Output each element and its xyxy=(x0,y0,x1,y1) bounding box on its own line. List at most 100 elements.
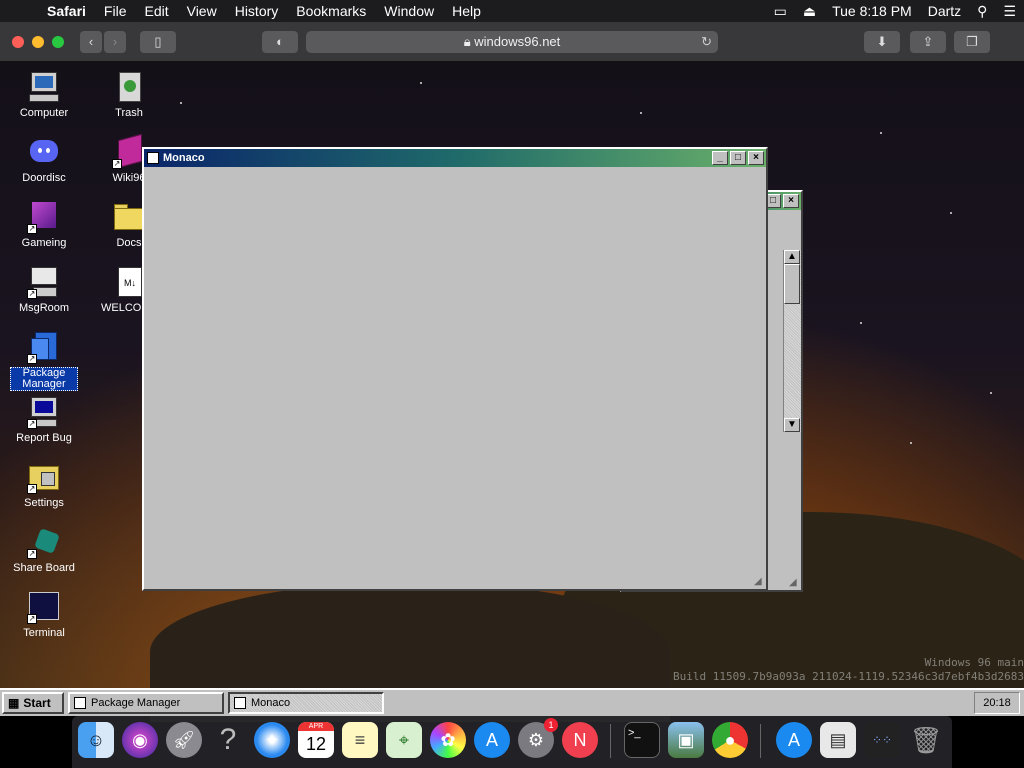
desktop-icon-terminal[interactable]: ↗ Terminal xyxy=(8,590,80,639)
menu-help[interactable]: Help xyxy=(443,0,490,22)
terminal-app-icon[interactable]: >_ xyxy=(624,722,660,758)
eject-icon[interactable]: ⏏ xyxy=(795,3,824,20)
downloads-grid-icon[interactable]: ⁘⁘ xyxy=(864,722,900,758)
menubar-clock[interactable]: Tue 8:18 PM xyxy=(824,3,920,19)
monaco-title: Monaco xyxy=(163,152,205,164)
scroll-up-icon[interactable]: ▲ xyxy=(784,250,800,264)
search-icon[interactable]: ⚲ xyxy=(969,3,995,20)
sidebar-icon[interactable]: ▯ xyxy=(140,31,176,53)
menubar-user[interactable]: Dartz xyxy=(920,3,969,19)
menu-window[interactable]: Window xyxy=(375,0,443,22)
notification-badge: 1 xyxy=(544,718,558,732)
mac-dock: ☺ ◉ 🚀︎ ? ✧ APR 12 ≡ ⌖ ✿ A ⚙ 1 N >_ ▣ ● A… xyxy=(72,716,952,768)
news-icon[interactable]: N xyxy=(562,722,598,758)
dock-separator xyxy=(610,724,611,758)
desktop-icon-report-bug[interactable]: ↗ Report Bug xyxy=(8,395,80,444)
desktop[interactable]: Computer Doordisc ↗ Gameing ↗ MsgRoom ↗ … xyxy=(0,62,1024,722)
scroll-thumb[interactable] xyxy=(784,264,800,304)
computer-icon xyxy=(27,70,61,104)
dock-separator xyxy=(760,724,761,758)
safari-icon[interactable]: ✧ xyxy=(254,722,290,758)
document-icon[interactable]: ▤ xyxy=(820,722,856,758)
desktop-icon-doordisc[interactable]: Doordisc xyxy=(8,135,80,184)
resize-grip-icon[interactable]: ◢ xyxy=(754,577,764,587)
minimize-window-icon[interactable] xyxy=(32,36,44,48)
finder-icon[interactable]: ☺ xyxy=(78,722,114,758)
lock-icon: 🔒︎ xyxy=(463,34,471,49)
list-icon[interactable]: ☰ xyxy=(995,3,1024,20)
reload-icon[interactable]: ↻ xyxy=(701,31,712,53)
forward-icon[interactable]: › xyxy=(104,31,126,53)
monaco-window[interactable]: Monaco _ □ × ◢ xyxy=(142,147,768,591)
calendar-icon[interactable]: APR 12 xyxy=(298,722,334,758)
window-app-icon xyxy=(74,697,86,709)
trash-dock-icon[interactable]: 🗑︎ xyxy=(908,722,944,758)
app-store-icon[interactable]: A xyxy=(776,722,812,758)
monaco-titlebar[interactable]: Monaco _ □ × xyxy=(144,149,766,167)
package-icon: ↗ xyxy=(27,330,61,364)
desktop-icon-settings[interactable]: ↗ Settings xyxy=(8,460,80,509)
trash-icon xyxy=(112,70,146,104)
desktop-icon-computer[interactable]: Computer xyxy=(8,70,80,119)
taskbar-clock: 20:18 xyxy=(974,692,1020,714)
desktop-icon-msgroom[interactable]: ↗ MsgRoom xyxy=(8,265,80,314)
download-icon[interactable]: ⬇ xyxy=(864,31,900,53)
taskbar-item-monaco[interactable]: Monaco xyxy=(228,692,384,714)
maps-icon[interactable]: ⌖ xyxy=(386,722,422,758)
maximize-icon[interactable]: □ xyxy=(730,151,746,165)
share-board-icon: ↗ xyxy=(27,525,61,559)
desktop-icon-gameing[interactable]: ↗ Gameing xyxy=(8,200,80,249)
launchpad-icon[interactable]: 🚀︎ xyxy=(166,722,202,758)
photos-icon[interactable]: ✿ xyxy=(430,722,466,758)
menu-view[interactable]: View xyxy=(178,0,226,22)
star xyxy=(990,392,992,394)
safari-toolbar: ‹ › ▯ ◐ 🔒︎ windows96.net ↻ ⬇ ⇪ ❐ + xyxy=(0,22,1024,80)
folder-icon xyxy=(112,200,146,234)
window-app-icon xyxy=(147,152,159,164)
menu-history[interactable]: History xyxy=(226,0,288,22)
zoom-window-icon[interactable] xyxy=(52,36,64,48)
vertical-scrollbar[interactable]: ▲ ▼ xyxy=(783,250,801,432)
app-store-icon[interactable]: A xyxy=(474,722,510,758)
share-icon[interactable]: ⇪ xyxy=(910,31,946,53)
menu-bookmarks[interactable]: Bookmarks xyxy=(287,0,375,22)
close-icon[interactable]: × xyxy=(783,194,799,208)
resize-grip-icon[interactable]: ◢ xyxy=(789,578,799,588)
scroll-down-icon[interactable]: ▼ xyxy=(784,418,800,432)
start-button[interactable]: ▦ Start xyxy=(2,692,64,714)
help-icon[interactable]: ? xyxy=(210,722,246,758)
win96-taskbar: ▦ Start Package Manager Monaco 20:18 xyxy=(0,688,1024,716)
window-controls: _ □ × xyxy=(710,151,766,165)
taskbar-item-package-manager[interactable]: Package Manager xyxy=(68,692,224,714)
taskbar-item-label: Monaco xyxy=(251,697,291,709)
star xyxy=(420,82,422,84)
close-window-icon[interactable] xyxy=(12,36,24,48)
close-icon[interactable]: × xyxy=(748,151,764,165)
address-bar[interactable]: 🔒︎ windows96.net ↻ xyxy=(306,31,718,53)
build-line-1: Windows 96 main xyxy=(924,656,1024,669)
desktop-icon-share-board[interactable]: ↗ Share Board xyxy=(8,525,80,574)
menu-edit[interactable]: Edit xyxy=(135,0,177,22)
notes-icon[interactable]: ≡ xyxy=(342,722,378,758)
desktop-icon-trash[interactable]: Trash xyxy=(93,70,165,119)
tabs-icon[interactable]: ❐ xyxy=(954,31,990,53)
display-icon[interactable]: ▭ xyxy=(766,3,795,20)
minimize-icon[interactable]: _ xyxy=(712,151,728,165)
star xyxy=(640,112,642,114)
siri-icon[interactable]: ◉ xyxy=(122,722,158,758)
star xyxy=(950,212,952,214)
menu-app[interactable]: Safari xyxy=(38,0,95,22)
star xyxy=(910,442,912,444)
monaco-editor-area[interactable] xyxy=(144,167,766,589)
shortcut-arrow-icon: ↗ xyxy=(27,289,37,299)
chrome-icon[interactable]: ● xyxy=(712,722,748,758)
shield-icon[interactable]: ◐ xyxy=(262,31,298,53)
desktop-icon-package-manager[interactable]: ↗ Package Manager xyxy=(8,330,80,391)
taskbar-item-label: Package Manager xyxy=(91,697,181,709)
menu-file[interactable]: File xyxy=(95,0,136,22)
background-window-edge xyxy=(772,250,774,430)
system-preferences-icon[interactable]: ⚙ 1 xyxy=(518,718,558,758)
url-text: windows96.net xyxy=(474,34,561,49)
back-icon[interactable]: ‹ xyxy=(80,31,102,53)
preview-icon[interactable]: ▣ xyxy=(668,722,704,758)
